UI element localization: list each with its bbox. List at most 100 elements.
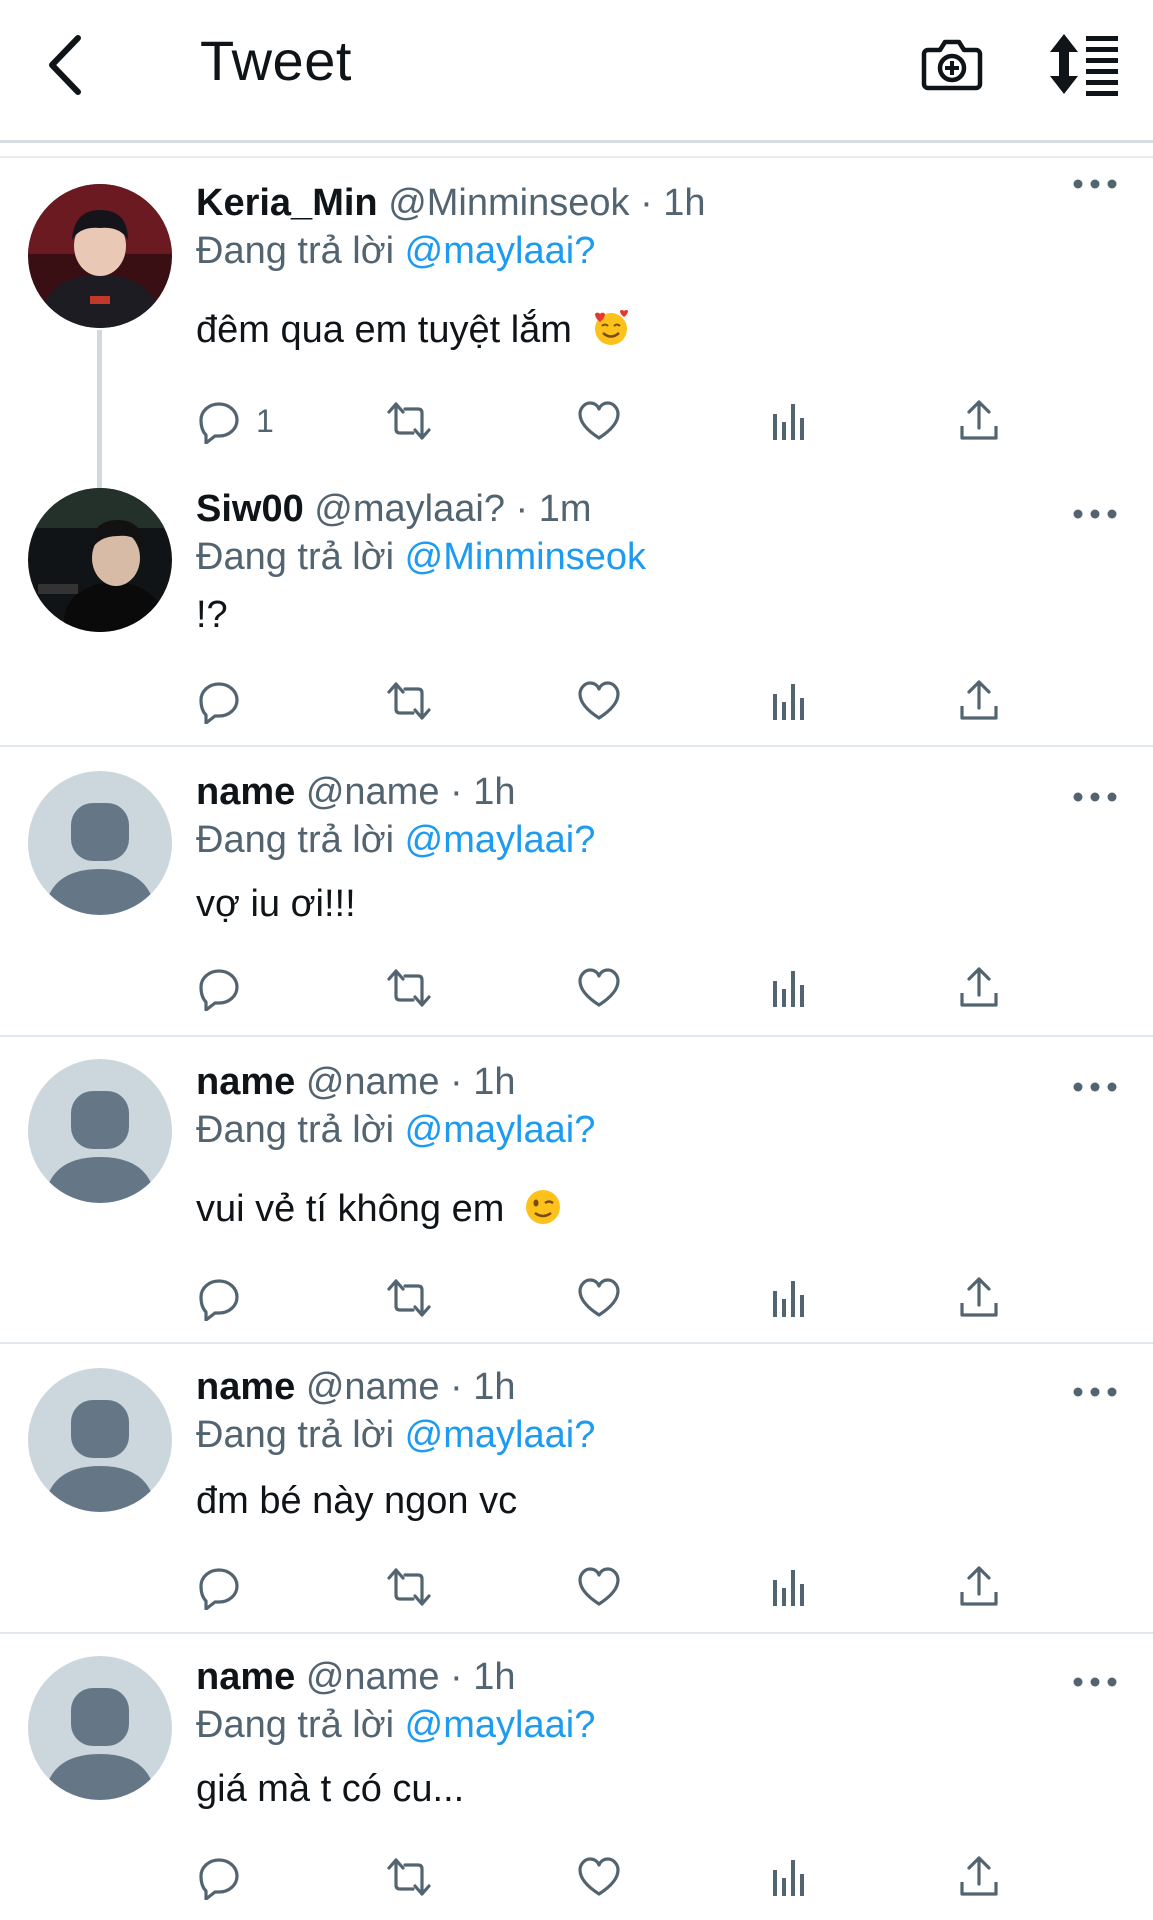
heart-icon	[578, 1278, 620, 1317]
share-button[interactable]	[956, 1562, 1002, 1612]
retweet-button[interactable]	[386, 1273, 432, 1323]
views-button[interactable]	[766, 1273, 812, 1323]
reply-button[interactable]	[196, 1852, 256, 1902]
more-options-icon[interactable]	[1070, 1077, 1120, 1097]
winking-face-icon	[525, 1190, 560, 1224]
reply-tweet[interactable]: name @name · 1h Đang trả lời @maylaai? đ…	[0, 1344, 1153, 1634]
tweet-header: name @name · 1h	[196, 1061, 516, 1104]
reply-tweet[interactable]: Siw00 @maylaai? · 1m Đang trả lời @Minmi…	[0, 460, 1153, 747]
like-button[interactable]	[576, 676, 622, 726]
separator-dot: ·	[450, 771, 463, 813]
share-button[interactable]	[956, 963, 1002, 1013]
camera-plus-icon[interactable]	[920, 32, 984, 96]
timestamp: 1h	[663, 182, 706, 224]
avatar[interactable]	[28, 1059, 172, 1203]
reply-icon	[199, 682, 239, 724]
more-options-icon[interactable]	[1070, 1672, 1120, 1692]
retweet-button[interactable]	[386, 676, 432, 726]
like-button[interactable]	[576, 963, 622, 1013]
heart-icon	[578, 401, 620, 440]
avatar[interactable]	[28, 1368, 172, 1512]
separator-dot: ·	[450, 1061, 463, 1103]
mention-link[interactable]: @maylaai?	[405, 1109, 596, 1151]
like-button[interactable]	[576, 1562, 622, 1612]
avatar[interactable]	[28, 771, 172, 915]
tweet-text-content: !?	[196, 594, 228, 636]
retweet-button[interactable]	[386, 1852, 432, 1902]
reply-button[interactable]	[196, 1273, 256, 1323]
mention-link[interactable]: @Minminseok	[405, 536, 646, 578]
user-photo-icon	[28, 184, 172, 328]
replying-to: Đang trả lời @maylaai?	[196, 230, 595, 273]
header-divider	[0, 156, 1153, 158]
default-avatar-icon	[44, 803, 156, 915]
tweet-text: !?	[196, 594, 228, 637]
tweet-actions	[196, 1852, 1026, 1902]
avatar[interactable]	[28, 184, 172, 328]
analytics-icon	[773, 1570, 804, 1606]
display-name[interactable]: name	[196, 1061, 295, 1103]
reply-button[interactable]: 1	[196, 396, 274, 446]
display-name[interactable]: Keria_Min	[196, 182, 378, 224]
reply-tweet[interactable]: name @name · 1h Đang trả lời @maylaai? v…	[0, 1037, 1153, 1344]
reply-tweet[interactable]: Keria_Min @Minminseok · 1h Đang trả lời …	[0, 160, 1153, 490]
like-button[interactable]	[576, 396, 622, 446]
heart-icon	[578, 968, 620, 1007]
share-button[interactable]	[956, 676, 1002, 726]
tweet-header: Siw00 @maylaai? · 1m	[196, 488, 592, 531]
display-name[interactable]: Siw00	[196, 488, 304, 530]
views-button[interactable]	[766, 1562, 812, 1612]
tweet-actions	[196, 1273, 1026, 1323]
avatar[interactable]	[28, 1656, 172, 1800]
heart-icon	[578, 1857, 620, 1896]
default-avatar-icon	[44, 1091, 156, 1203]
display-name[interactable]: name	[196, 1656, 295, 1698]
heart-icon	[578, 1567, 620, 1606]
timestamp: 1h	[473, 1656, 516, 1698]
smiling-face-with-hearts-icon	[594, 310, 628, 345]
sort-list-icon[interactable]	[1048, 32, 1122, 96]
retweet-icon	[387, 402, 431, 440]
more-options-icon[interactable]	[1070, 787, 1120, 807]
reply-icon	[199, 969, 239, 1011]
replying-to-label: Đang trả lời	[196, 1704, 395, 1746]
like-button[interactable]	[576, 1273, 622, 1323]
share-button[interactable]	[956, 1852, 1002, 1902]
reply-tweet[interactable]: name @name · 1h Đang trả lời @maylaai? v…	[0, 747, 1153, 1037]
more-options-icon[interactable]	[1070, 174, 1120, 194]
mention-link[interactable]: @maylaai?	[405, 819, 596, 861]
views-button[interactable]	[766, 396, 812, 446]
tweet-text-content: vui vẻ tí không em	[196, 1188, 505, 1230]
tweet-text: vui vẻ tí không em	[196, 1187, 563, 1231]
display-name[interactable]: name	[196, 1366, 295, 1408]
mention-link[interactable]: @maylaai?	[405, 230, 596, 272]
avatar[interactable]	[28, 488, 172, 632]
mention-link[interactable]: @maylaai?	[405, 1414, 596, 1456]
reply-button[interactable]	[196, 963, 256, 1013]
reply-icon	[199, 1279, 239, 1321]
reply-button[interactable]	[196, 1562, 256, 1612]
retweet-button[interactable]	[386, 963, 432, 1013]
reply-tweet[interactable]: name @name · 1h Đang trả lời @maylaai? g…	[0, 1634, 1153, 1920]
share-button[interactable]	[956, 1273, 1002, 1323]
reply-button[interactable]	[196, 676, 256, 726]
mention-link[interactable]: @maylaai?	[405, 1704, 596, 1746]
more-options-icon[interactable]	[1070, 1382, 1120, 1402]
views-button[interactable]	[766, 676, 812, 726]
timestamp: 1m	[538, 488, 592, 530]
like-button[interactable]	[576, 1852, 622, 1902]
views-button[interactable]	[766, 963, 812, 1013]
views-button[interactable]	[766, 1852, 812, 1902]
share-icon	[960, 680, 998, 720]
retweet-button[interactable]	[386, 1562, 432, 1612]
retweet-button[interactable]	[386, 396, 432, 446]
user-photo-icon	[28, 488, 172, 632]
separator-dot: ·	[640, 182, 653, 224]
back-chevron-icon[interactable]	[40, 30, 100, 100]
page-title: Tweet	[200, 29, 352, 92]
more-options-icon[interactable]	[1070, 504, 1120, 524]
display-name[interactable]: name	[196, 771, 295, 813]
share-button[interactable]	[956, 396, 1002, 446]
default-avatar-icon	[44, 1688, 156, 1800]
replying-to-label: Đang trả lời	[196, 536, 395, 578]
